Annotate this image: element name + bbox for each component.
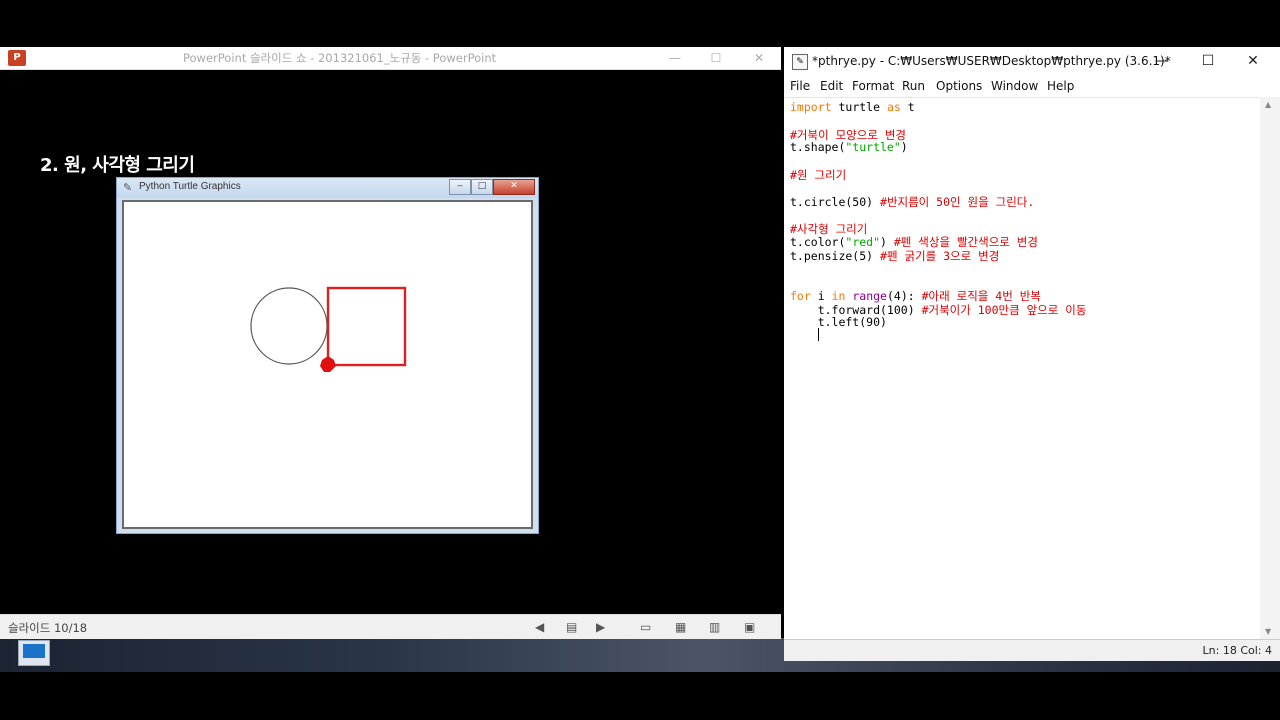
keyword: as: [886, 100, 901, 114]
comment: #펜 색상을 빨간색으로 변경: [893, 235, 1038, 249]
drawn-circle: [250, 287, 328, 365]
turtle-cursor-icon: [320, 356, 336, 372]
window-title: PowerPoint 슬라이드 쇼 - 201321061_노규동 - Powe…: [183, 51, 497, 65]
slide-counter: 슬라이드 10/18: [8, 621, 88, 635]
idle-titlebar: ✎ *pthrye.py - C:₩Users₩USER₩Desktop₩pth…: [784, 47, 1280, 75]
scroll-down-icon[interactable]: ▼: [1265, 627, 1271, 636]
slide-menu-icon[interactable]: ▤: [566, 620, 577, 634]
comment: #반지름이 50인 원을 그린다.: [880, 195, 1035, 209]
idle-maximize-icon[interactable]: ☐: [1186, 50, 1230, 72]
code-text: ): [900, 140, 908, 154]
turtle-window-title: Python Turtle Graphics: [139, 181, 241, 192]
turtle-close-icon[interactable]: ✕: [493, 179, 535, 195]
minimize-icon[interactable]: —: [655, 47, 695, 69]
powerpoint-window: P PowerPoint 슬라이드 쇼 - 201321061_노규동 - Po…: [0, 47, 781, 639]
close-icon[interactable]: ✕: [739, 47, 779, 69]
menu-run[interactable]: Run: [902, 79, 925, 93]
code-line: import turtle as t: [790, 100, 915, 114]
menu-options[interactable]: Options: [936, 79, 982, 93]
idle-window-title: *pthrye.py - C:₩Users₩USER₩Desktop₩pthry…: [812, 54, 1171, 68]
code-text: turtle: [831, 100, 887, 114]
keyword: in: [831, 289, 846, 303]
code-text: t.shape(: [790, 140, 846, 154]
turtle-minimize-icon[interactable]: ‒: [449, 179, 471, 195]
slide-sorter-icon[interactable]: ▦: [675, 620, 686, 634]
menubar: File Edit Format Run Options Window Help: [784, 75, 1280, 97]
powerpoint-titlebar: P PowerPoint 슬라이드 쇼 - 201321061_노규동 - Po…: [0, 47, 781, 70]
code-text: i: [810, 289, 832, 303]
builtin-function: range: [852, 289, 887, 303]
powerpoint-logo-icon: P: [8, 50, 26, 66]
text-caret: [818, 328, 819, 341]
comment: #거북이가 100만큼 앞으로 이동: [921, 303, 1087, 317]
menu-format[interactable]: Format: [852, 79, 894, 93]
code-text: (4):: [886, 289, 922, 303]
python-file-icon: ✎: [792, 54, 808, 70]
slideshow-icon[interactable]: ▣: [744, 620, 755, 634]
idle-minimize-icon[interactable]: —: [1140, 50, 1184, 72]
code-line: t.left(90): [790, 315, 887, 329]
taskbar-app-icon[interactable]: [18, 640, 50, 666]
comment: #펜 굵기를 3으로 변경: [880, 249, 1000, 263]
code-line-comment: #원 그리기: [790, 168, 847, 182]
cursor-position: Ln: 18 Col: 4: [1202, 644, 1272, 657]
slide-heading: 2. 원, 사각형 그리기: [40, 155, 195, 176]
keyword: import: [790, 100, 832, 114]
menu-file[interactable]: File: [790, 79, 810, 93]
vertical-scrollbar[interactable]: ▲ ▼: [1260, 97, 1280, 639]
turtle-titlebar: ✎ Python Turtle Graphics ‒ □ ✕: [117, 178, 538, 198]
keyword: for: [790, 289, 811, 303]
turtle-maximize-icon[interactable]: □: [471, 179, 493, 195]
menu-help[interactable]: Help: [1047, 79, 1074, 93]
code-text: t.color(: [790, 235, 846, 249]
turtle-canvas: [122, 200, 533, 529]
code-line: t.circle(50) #반지름이 50인 원을 그린다.: [790, 194, 1034, 210]
code-text: ): [880, 235, 894, 249]
reading-view-icon[interactable]: ▥: [709, 620, 720, 634]
code-text: t.circle(50): [790, 195, 881, 209]
code-line: t.pensize(5) #펜 굵기를 3으로 변경: [790, 248, 999, 264]
turtle-drawing: [250, 286, 407, 372]
menu-edit[interactable]: Edit: [820, 79, 843, 93]
next-slide-icon[interactable]: ▶: [596, 620, 605, 634]
comment: #아래 로직을 4번 반복: [921, 289, 1041, 303]
scroll-up-icon[interactable]: ▲: [1265, 100, 1271, 109]
string-literal: "red": [845, 235, 881, 249]
idle-statusbar: Ln: 18 Col: 4: [784, 639, 1280, 661]
code-text: t.pensize(5): [790, 249, 881, 263]
feather-icon: ✎: [123, 181, 133, 194]
powerpoint-statusbar: 슬라이드 10/18 ◀ ▤ ▶ ▭ ▦ ▥ ▣: [0, 614, 781, 639]
code-line: t.shape("turtle"): [790, 140, 908, 154]
menu-window[interactable]: Window: [991, 79, 1038, 93]
drawn-square: [326, 286, 407, 367]
maximize-icon[interactable]: ☐: [696, 47, 736, 69]
turtle-graphics-window: ✎ Python Turtle Graphics ‒ □ ✕: [116, 177, 539, 534]
idle-close-icon[interactable]: ✕: [1231, 50, 1275, 72]
normal-view-icon[interactable]: ▭: [640, 620, 651, 634]
idle-editor-window: ✎ *pthrye.py - C:₩Users₩USER₩Desktop₩pth…: [784, 47, 1280, 661]
previous-slide-icon[interactable]: ◀: [535, 620, 544, 634]
code-text: t: [900, 100, 915, 114]
string-literal: "turtle": [845, 140, 901, 154]
code-editor[interactable]: import turtle as t #거북이 모양으로 변경 t.shape(…: [784, 97, 1260, 640]
